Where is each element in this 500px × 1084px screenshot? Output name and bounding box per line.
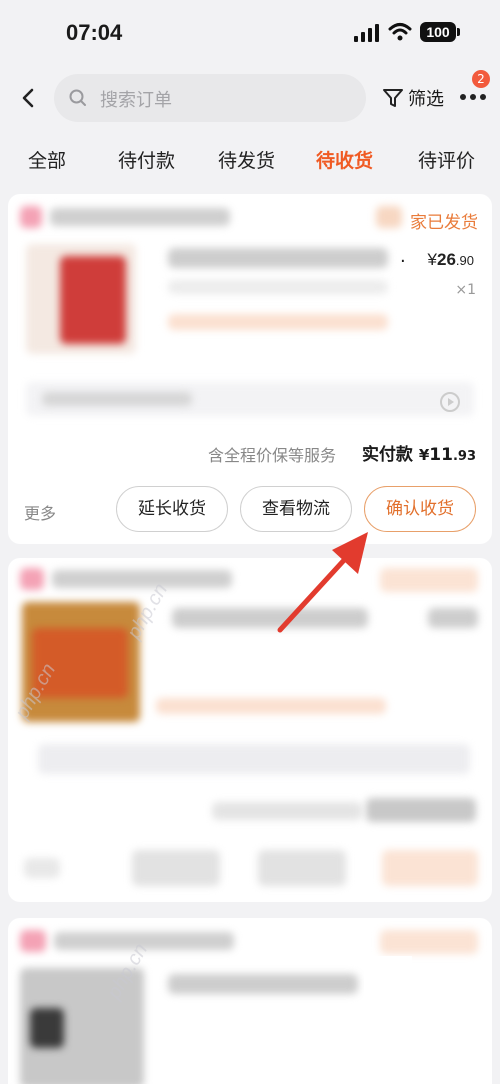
order-status — [380, 930, 478, 954]
more-link[interactable]: 更多 — [24, 500, 56, 524]
order-card: 家已发货 . ¥26.90 ×1 含全程价保等服务 实付款 ¥11.93 更多 … — [8, 194, 492, 544]
notification-badge: 2 — [472, 70, 490, 88]
service-text: 含全程价保等服务 — [208, 446, 337, 465]
search-placeholder: 搜索订单 — [100, 90, 172, 111]
product-title — [168, 248, 388, 268]
more-options-icon[interactable] — [460, 90, 490, 104]
back-icon[interactable] — [14, 84, 42, 112]
order-card — [8, 558, 492, 902]
product-image-main — [60, 256, 126, 344]
shop-status-blur — [376, 206, 402, 228]
shop-logo — [20, 206, 42, 228]
logistics-info-bar[interactable] — [38, 744, 470, 774]
shop-logo — [20, 568, 44, 590]
paid-symbol: ¥ — [418, 446, 430, 464]
tab-pending-receipt[interactable]: 待收货 — [316, 146, 373, 173]
product-price: ¥26.90 — [428, 250, 474, 270]
product-spec — [168, 280, 388, 294]
price-dec: .90 — [455, 253, 474, 268]
paid-dec: .93 — [452, 449, 476, 464]
play-icon[interactable] — [440, 392, 460, 412]
price-symbol: ¥ — [427, 250, 437, 269]
confirm-receipt-button[interactable] — [382, 850, 478, 886]
filter-button[interactable]: 筛选 — [382, 84, 444, 112]
extend-receipt-button[interactable] — [132, 850, 220, 886]
price-int: 26 — [437, 250, 456, 269]
logistics-text — [42, 392, 192, 406]
status-time: 07:04 — [66, 20, 123, 45]
search-icon — [69, 89, 86, 106]
wifi-icon — [388, 23, 412, 41]
order-card — [8, 918, 492, 1084]
product-title — [168, 974, 358, 994]
order-status — [380, 568, 478, 592]
shop-name — [50, 208, 230, 226]
product-quantity: ×1 — [455, 282, 476, 298]
product-price — [428, 608, 478, 628]
paid-amount: 实付款 ¥11.93 — [362, 440, 476, 465]
price-dot: . — [400, 246, 406, 267]
product-image-main — [30, 1008, 64, 1048]
shop-logo — [20, 930, 46, 952]
paid-amount — [366, 798, 476, 822]
paid-label: 实付款 — [361, 445, 413, 465]
paid-int: 11 — [429, 445, 453, 465]
tab-pending-shipment[interactable]: 待发货 — [218, 146, 275, 173]
status-bar: 07:04 100 — [0, 0, 500, 64]
filter-label: 筛选 — [408, 89, 444, 110]
order-status: 家已发货 — [410, 213, 478, 233]
overlay-patch — [364, 956, 412, 996]
filter-icon — [383, 89, 403, 107]
product-tag — [156, 698, 386, 714]
more-link[interactable] — [24, 858, 60, 878]
battery-icon: 100 — [420, 22, 460, 42]
search-input[interactable]: 搜索订单 — [54, 74, 366, 122]
order-tabs: 全部 待付款 待发货 待收货 待评价 — [0, 140, 500, 180]
tab-all[interactable]: 全部 — [28, 146, 66, 173]
annotation-arrow-icon — [277, 532, 368, 633]
service-text — [212, 802, 362, 820]
tab-pending-payment[interactable]: 待付款 — [118, 146, 175, 173]
extend-receipt-button[interactable]: 延长收货 — [116, 486, 228, 532]
signal-icon — [354, 24, 380, 42]
view-logistics-button[interactable] — [258, 850, 346, 886]
confirm-receipt-button[interactable]: 确认收货 — [364, 486, 476, 532]
view-logistics-button[interactable]: 查看物流 — [240, 486, 352, 532]
shop-name — [52, 570, 232, 588]
product-tag — [168, 314, 388, 330]
tab-pending-review[interactable]: 待评价 — [418, 146, 475, 173]
